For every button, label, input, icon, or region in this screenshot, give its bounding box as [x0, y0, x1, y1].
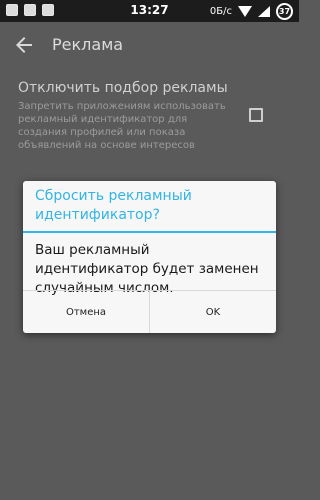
- opt-out-ads-checkbox[interactable]: [249, 108, 263, 122]
- wifi-icon: [238, 6, 252, 17]
- signal-icon: [258, 6, 270, 17]
- cancel-button[interactable]: Отмена: [23, 291, 149, 333]
- dialog-title: Сбросить рекламный идентификатор?: [35, 188, 192, 223]
- setting-description: Запретить приложениям использовать рекла…: [18, 101, 226, 151]
- page-title: Реклама: [52, 35, 124, 54]
- system-icons: 0Б/с 37: [210, 3, 293, 20]
- opt-out-ads-setting[interactable]: Отключить подбор рекламы Запретить прило…: [18, 80, 280, 152]
- app-bar: Реклама: [0, 22, 299, 70]
- data-speed: 0Б/с: [209, 6, 232, 17]
- setting-title: Отключить подбор рекламы: [18, 80, 228, 96]
- dialog-divider: [23, 231, 276, 233]
- reset-ad-id-dialog: Сбросить рекламный идентификатор? Ваш ре…: [23, 181, 276, 333]
- dialog-actions: Отмена OK: [23, 290, 276, 333]
- back-arrow-icon[interactable]: [12, 33, 36, 57]
- ok-button[interactable]: OK: [149, 291, 276, 333]
- status-bar: 13:27 0Б/с 37: [0, 0, 299, 22]
- battery-icon: 37: [276, 3, 293, 20]
